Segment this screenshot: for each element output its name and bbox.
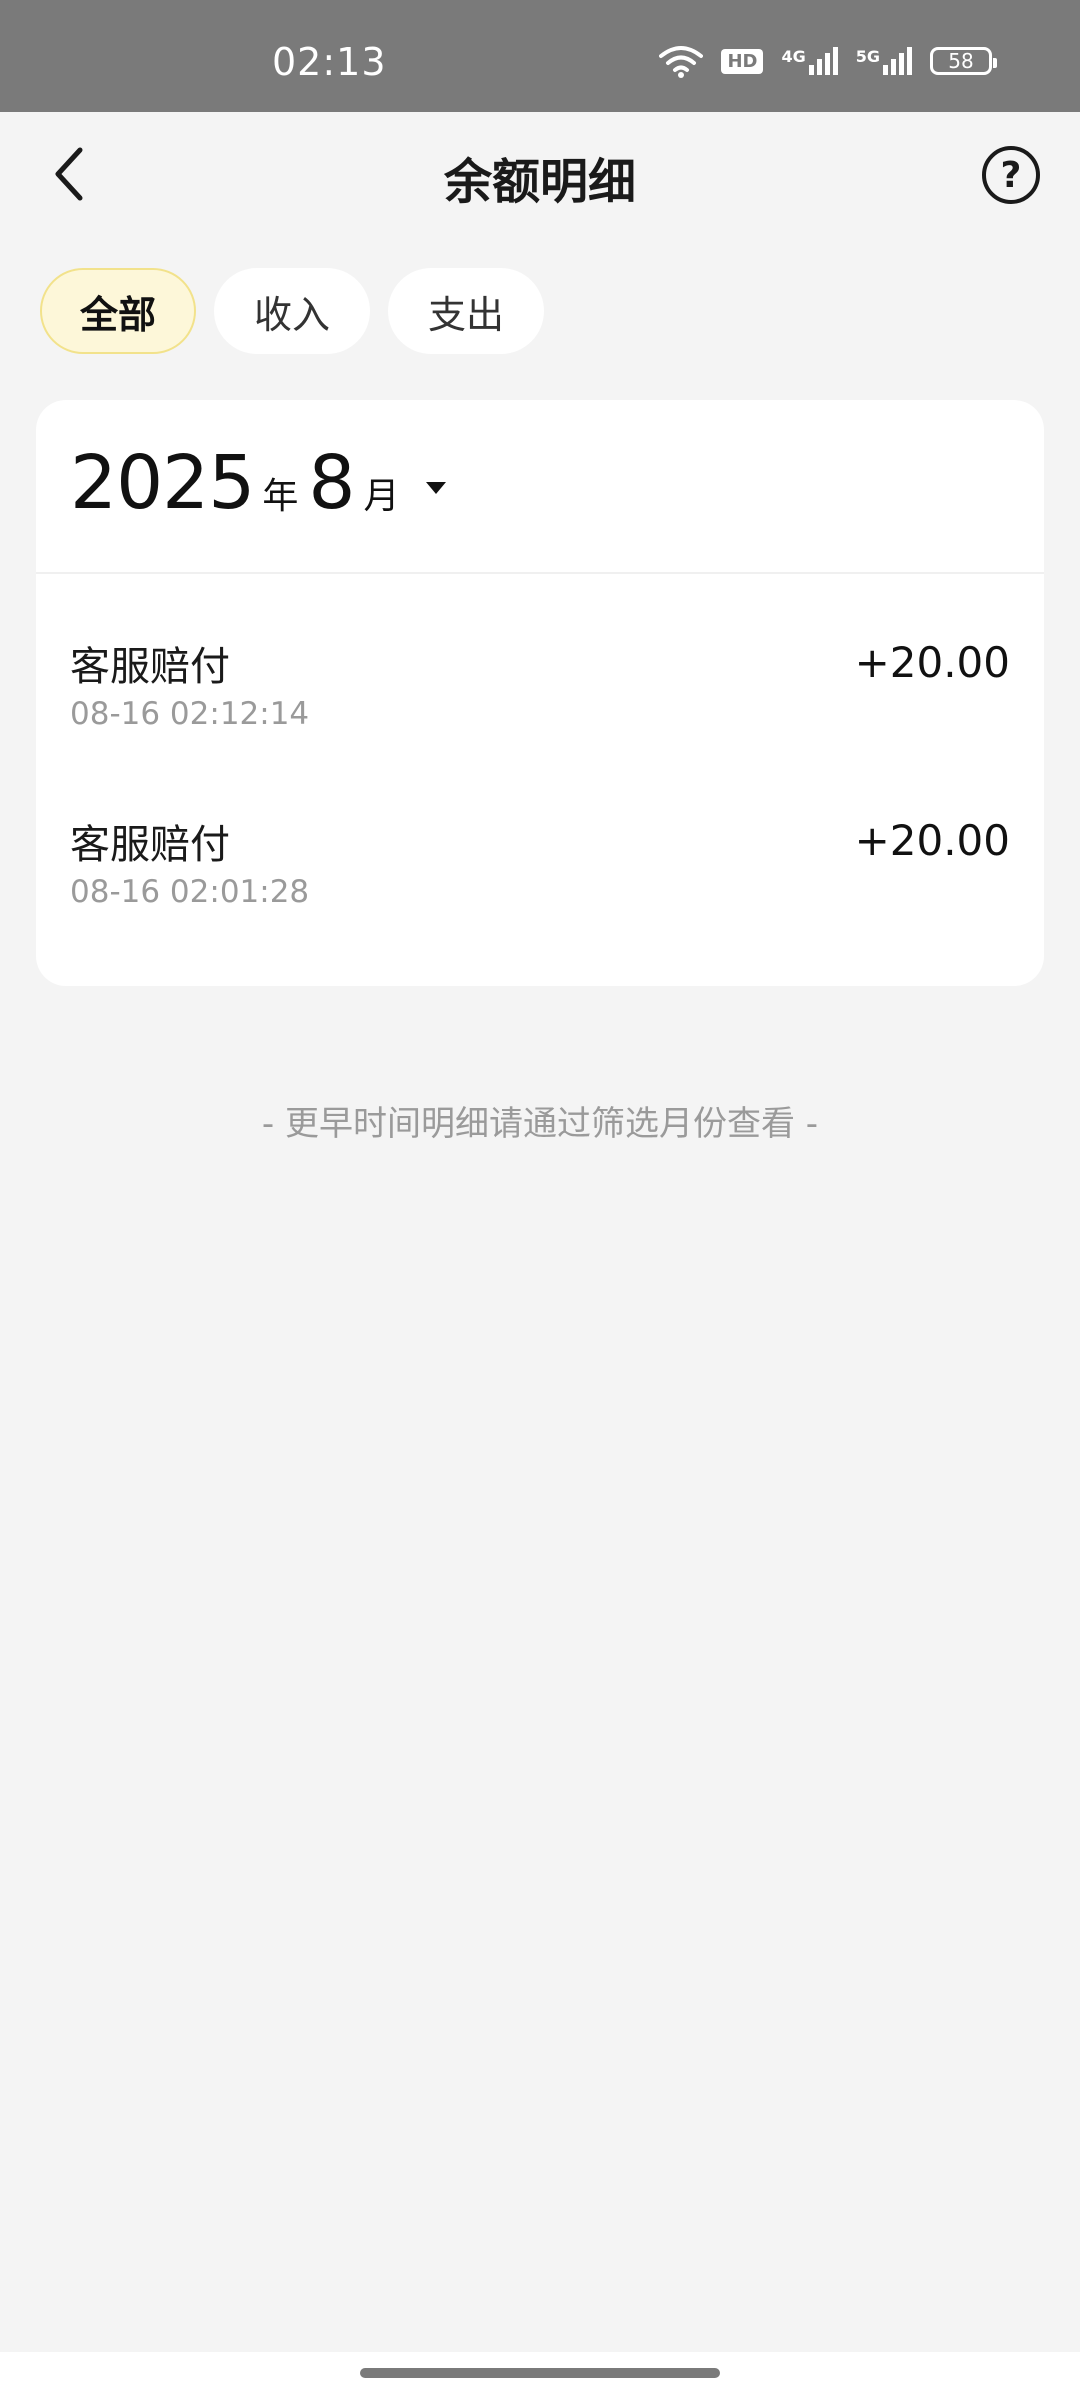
record-amount: +20.00 xyxy=(854,816,1010,865)
help-button[interactable]: ? xyxy=(982,146,1040,204)
divider xyxy=(36,572,1044,574)
record-title: 客服赔付 xyxy=(70,644,230,690)
footer-note: - 更早时间明细请通过筛选月份查看 - xyxy=(261,1104,819,1144)
status-bar: 02:13 HD 4G 5G 58 xyxy=(0,0,1080,112)
signal-4g-icon: 4G xyxy=(781,47,838,75)
battery-icon: 58 xyxy=(930,47,997,75)
signal-5g-icon: 5G xyxy=(856,47,912,75)
month-picker[interactable]: 2025 年 8 月 xyxy=(70,440,447,526)
record-amount: +20.00 xyxy=(854,638,1010,687)
status-icons: HD 4G 5G 58 xyxy=(659,44,997,78)
page-title: 余额明细 xyxy=(443,154,636,210)
record-time: 08-16 02:12:14 xyxy=(70,696,310,732)
month-picker-month-unit: 月 xyxy=(363,476,400,517)
month-picker-year-unit: 年 xyxy=(262,476,299,517)
tab-expense[interactable]: 支出 xyxy=(388,268,544,354)
record-time: 08-16 02:01:28 xyxy=(70,874,310,910)
question-icon: ? xyxy=(1000,154,1022,196)
month-picker-month: 8 xyxy=(308,440,356,526)
list-item[interactable]: 客服赔付 08-16 02:12:14 +20.00 xyxy=(70,634,1010,764)
filter-tabs: 全部 收入 支出 xyxy=(40,268,544,354)
month-picker-year: 2025 xyxy=(70,440,255,526)
records-card: 2025 年 8 月 客服赔付 08-16 02:12:14 +20.00 客服… xyxy=(36,400,1044,986)
header: 余额明细 ? xyxy=(0,112,1080,240)
wifi-icon xyxy=(659,46,704,78)
battery-level: 58 xyxy=(948,49,974,73)
caret-down-icon xyxy=(426,482,447,494)
tab-all[interactable]: 全部 xyxy=(40,268,196,354)
status-time: 02:13 xyxy=(272,40,387,84)
list-item[interactable]: 客服赔付 08-16 02:01:28 +20.00 xyxy=(70,812,1010,942)
home-indicator[interactable] xyxy=(360,2368,720,2378)
tab-income[interactable]: 收入 xyxy=(214,268,370,354)
hd-icon: HD xyxy=(721,48,764,74)
record-title: 客服赔付 xyxy=(70,822,230,868)
